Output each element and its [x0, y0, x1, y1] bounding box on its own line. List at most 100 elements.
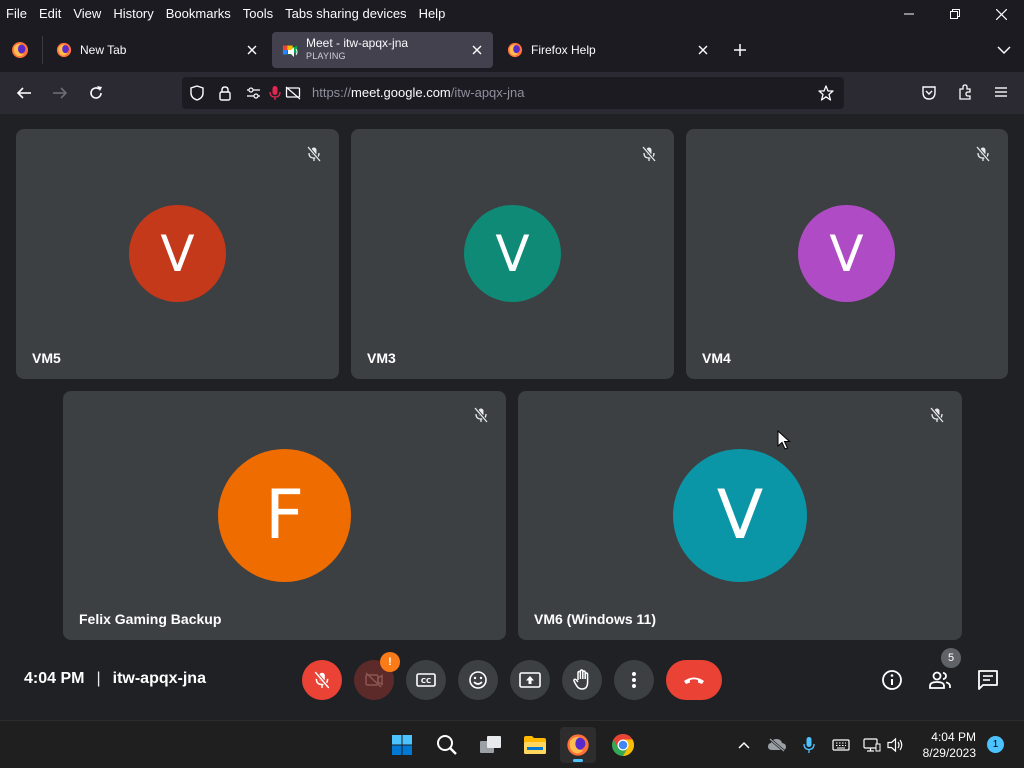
present-screen-button[interactable] [510, 660, 550, 700]
screen-sharing-blocked-indicator[interactable] [284, 84, 302, 102]
camera-off-icon [365, 672, 383, 688]
keyboard-icon [832, 739, 850, 751]
tracking-protection-button[interactable] [188, 84, 206, 102]
participant-tile-felix-gaming-backup[interactable]: F Felix Gaming Backup [63, 391, 506, 640]
participant-tile-vm6[interactable]: V VM6 (Windows 11) [518, 391, 962, 640]
menu-help[interactable]: Help [413, 4, 452, 24]
menu-bookmarks[interactable]: Bookmarks [160, 4, 237, 24]
mic-off-icon [641, 146, 657, 162]
screen-off-icon [285, 86, 301, 100]
microphone-in-use-indicator[interactable] [797, 733, 821, 757]
leave-call-button[interactable] [666, 660, 722, 700]
new-tab-button[interactable] [730, 40, 750, 60]
clock-date: 8/29/2023 [922, 746, 976, 760]
toggle-microphone-button[interactable] [302, 660, 342, 700]
address-bar[interactable]: https://meet.google.com/itw-apqx-jna [182, 77, 844, 109]
avatar: V [798, 205, 895, 302]
menu-bar: File Edit View History Bookmarks Tools T… [0, 0, 1024, 28]
present-screen-icon [519, 672, 541, 688]
extensions-button[interactable] [954, 81, 976, 103]
task-view-icon [480, 736, 501, 753]
back-button[interactable] [12, 81, 36, 105]
raise-hand-button[interactable] [562, 660, 602, 700]
menu-view[interactable]: View [67, 4, 107, 24]
chat-button[interactable] [972, 664, 1004, 696]
firefox-view-button[interactable] [10, 40, 30, 60]
meeting-details-button[interactable] [876, 664, 908, 696]
participant-name: VM4 [702, 350, 731, 366]
meeting-separator: | [96, 670, 101, 687]
menu-edit[interactable]: Edit [33, 4, 67, 24]
site-security-button[interactable] [216, 84, 234, 102]
search-button[interactable] [429, 727, 465, 763]
participant-name: VM6 (Windows 11) [534, 611, 657, 627]
camera-warning-badge: ! [380, 652, 400, 672]
minimize-button[interactable] [886, 0, 932, 28]
mouse-cursor-icon [777, 430, 791, 450]
toggle-camera-button[interactable]: ! [354, 652, 400, 700]
url-host: meet.google.com [351, 85, 451, 100]
arrow-left-icon [16, 87, 31, 99]
people-button[interactable]: 5 [924, 648, 961, 696]
url-text[interactable]: https://meet.google.com/itw-apqx-jna [312, 85, 524, 100]
avatar: V [673, 449, 807, 582]
participant-name: VM3 [367, 350, 396, 366]
participant-tile-vm4[interactable]: V VM4 [686, 129, 1008, 379]
menu-file[interactable]: File [0, 4, 33, 24]
folder-icon [524, 736, 546, 754]
meeting-controls-bar: 4:04 PM | itw-apqx-jna ! CC 5 [0, 648, 1024, 710]
tab-new-tab[interactable]: New Tab [46, 32, 268, 68]
forward-button[interactable] [48, 81, 72, 105]
app-menu-button[interactable] [990, 81, 1012, 103]
raise-hand-icon [573, 669, 589, 690]
task-view-button[interactable] [473, 727, 509, 763]
muted-indicator [971, 142, 995, 166]
touch-keyboard-button[interactable] [829, 733, 853, 757]
pocket-button[interactable] [918, 81, 940, 103]
menu-tabs-sharing-devices[interactable]: Tabs sharing devices [279, 4, 412, 24]
muted-indicator [637, 142, 661, 166]
captions-button[interactable]: CC [406, 660, 446, 700]
reload-icon [90, 86, 102, 99]
emoji-icon [469, 671, 487, 689]
microphone-sharing-indicator[interactable] [266, 84, 284, 102]
firefox-taskbar-button[interactable] [560, 727, 596, 763]
system-clock[interactable]: 4:04 PM 8/29/2023 [923, 729, 976, 761]
tab-meet[interactable]: Meet - itw-apqx-jna PLAYING [272, 32, 493, 68]
volume-control[interactable] [884, 733, 908, 757]
participant-tile-vm5[interactable]: V VM5 [16, 129, 339, 379]
close-tab-button[interactable] [695, 42, 711, 58]
tab-playing-label: PLAYING [306, 51, 346, 61]
show-hidden-icons-button[interactable] [732, 733, 756, 757]
list-all-tabs-button[interactable] [994, 40, 1014, 60]
reload-button[interactable] [84, 81, 108, 105]
restore-button[interactable] [932, 0, 978, 28]
tab-firefox-help[interactable]: Firefox Help [497, 32, 719, 68]
close-tab-button[interactable] [244, 42, 260, 58]
mic-off-icon [473, 407, 489, 423]
start-button[interactable] [384, 727, 420, 763]
menu-history[interactable]: History [107, 4, 159, 24]
info-icon [882, 670, 902, 690]
notification-count-badge[interactable]: 1 [987, 736, 1004, 753]
firefox-icon [507, 42, 523, 58]
chrome-taskbar-button[interactable] [605, 727, 641, 763]
chevron-down-icon [997, 46, 1011, 55]
bookmark-star-button[interactable] [816, 84, 836, 102]
close-tab-button[interactable] [469, 42, 485, 58]
firefox-icon [12, 42, 28, 58]
mic-off-icon [975, 146, 991, 162]
onedrive-status[interactable] [765, 733, 789, 757]
reactions-button[interactable] [458, 660, 498, 700]
close-icon [698, 45, 708, 55]
close-window-button[interactable] [978, 0, 1024, 28]
participant-tile-vm3[interactable]: V VM3 [351, 129, 674, 379]
menu-tools[interactable]: Tools [237, 4, 279, 24]
permissions-button[interactable] [244, 84, 262, 102]
participant-name: VM5 [32, 350, 61, 366]
network-status[interactable] [860, 733, 884, 757]
network-icon [863, 738, 881, 752]
more-options-button[interactable] [614, 660, 654, 700]
muted-indicator [469, 403, 493, 427]
file-explorer-button[interactable] [517, 727, 553, 763]
